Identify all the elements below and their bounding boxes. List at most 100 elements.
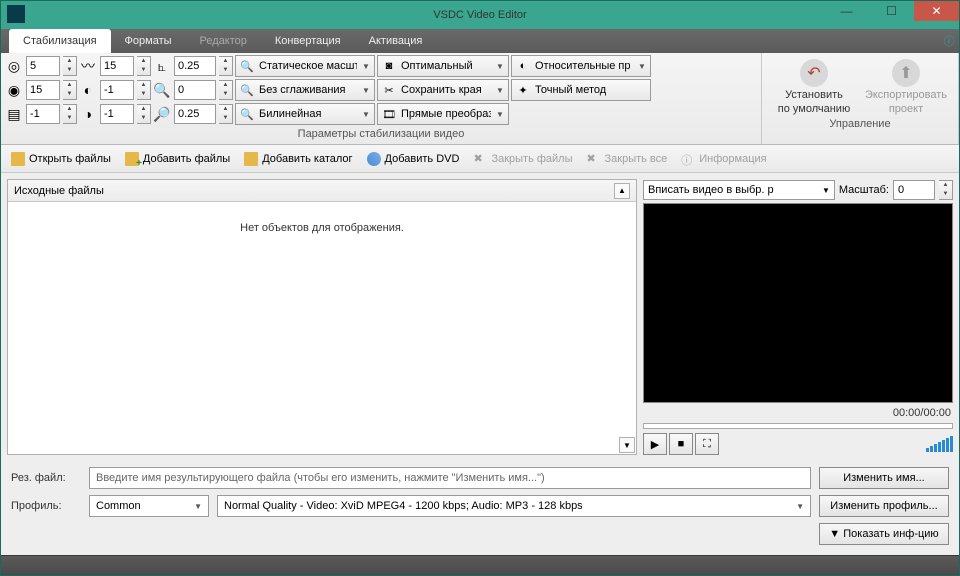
file-toolbar: Открыть файлы Добавить файлы Добавить ка…: [1, 145, 959, 173]
spin-input[interactable]: [26, 104, 60, 124]
film-icon: 🎞: [380, 105, 398, 123]
fit-mode-select[interactable]: Вписать видео в выбр. р▼: [643, 180, 835, 200]
resfile-label: Рез. файл:: [11, 472, 81, 484]
combo-transform[interactable]: 🎞Прямые преобраз▼: [377, 103, 509, 125]
folder-add-icon: [125, 152, 139, 166]
spin-input[interactable]: [100, 56, 134, 76]
play-button[interactable]: ▶: [643, 433, 667, 455]
tab-formats[interactable]: Форматы: [111, 29, 186, 53]
progress-bar[interactable]: [643, 423, 953, 429]
empty-message: Нет объектов для отображения.: [8, 202, 636, 234]
minimize-button[interactable]: —: [824, 1, 869, 21]
source-body: Нет объектов для отображения.: [8, 202, 636, 436]
profile-detail-select[interactable]: Normal Quality - Video: XviD MPEG4 - 120…: [217, 495, 811, 517]
titlebar: VSDC Video Editor — ☐ ✕: [1, 1, 959, 29]
param-spin-3[interactable]: ▤▲▼: [5, 103, 77, 125]
param-spin-2[interactable]: ◉▲▼: [5, 79, 77, 101]
levels-icon: ▤: [5, 105, 23, 123]
volume-indicator[interactable]: [926, 436, 953, 452]
source-title: Исходные файлы: [14, 185, 104, 197]
folder-icon: [11, 152, 25, 166]
ribbon-tabs: Стабилизация Форматы Редактор Конвертаци…: [1, 29, 959, 53]
zoom-label: Масштаб:: [839, 184, 889, 196]
folder-icon: [244, 152, 258, 166]
group-label-manage: Управление: [766, 115, 954, 134]
combo-edges[interactable]: ✂Сохранить края▼: [377, 79, 509, 101]
param-spin-6[interactable]: ◑▲▼: [79, 103, 151, 125]
stop-button[interactable]: ■: [669, 433, 693, 455]
add-files-button[interactable]: Добавить файлы: [119, 149, 236, 169]
combo-interp[interactable]: 🔍Билинейная▼: [235, 103, 375, 125]
collapse-up-button[interactable]: ▲: [614, 183, 630, 199]
wave-icon: 〰: [79, 57, 97, 75]
zoom-icon: 🔍: [153, 81, 171, 99]
contrast2-icon: ◑: [79, 105, 97, 123]
close-all-button[interactable]: ✖Закрыть все: [581, 149, 674, 169]
change-name-button[interactable]: Изменить имя...: [819, 467, 949, 489]
dvd-icon: [367, 152, 381, 166]
zoomx-icon: 🔎: [153, 105, 171, 123]
info-icon[interactable]: ⓘ: [939, 29, 959, 53]
combo-smoothing[interactable]: 🔍Без сглаживания▼: [235, 79, 375, 101]
video-preview: [643, 203, 953, 403]
tab-convert[interactable]: Конвертация: [261, 29, 355, 53]
window-controls: — ☐ ✕: [824, 1, 959, 21]
close-files-button[interactable]: ✖Закрыть файлы: [467, 149, 578, 169]
open-files-button[interactable]: Открыть файлы: [5, 149, 117, 169]
source-header: Исходные файлы ▲: [8, 180, 636, 202]
app-icon: [7, 5, 25, 23]
maximize-button[interactable]: ☐: [869, 1, 914, 21]
profile-select[interactable]: Common▼: [89, 495, 209, 517]
time-display: 00:00/00:00: [643, 405, 953, 419]
zoom-spinner[interactable]: ▲▼: [939, 180, 953, 200]
spin-input[interactable]: [100, 80, 134, 100]
angle-icon: ⦜: [153, 57, 171, 75]
spin-input[interactable]: [174, 56, 216, 76]
expand-down-button[interactable]: ▼: [619, 437, 635, 453]
add-dvd-button[interactable]: Добавить DVD: [361, 149, 466, 169]
param-spin-8[interactable]: 🔍▲▼: [153, 79, 233, 101]
close-button[interactable]: ✕: [914, 1, 959, 21]
spin-input[interactable]: [26, 80, 60, 100]
target-icon: ◎: [5, 57, 23, 75]
zoom-input[interactable]: [893, 180, 935, 200]
combo-optimal[interactable]: ◙Оптимальный▼: [377, 55, 509, 77]
spin-input[interactable]: [26, 56, 60, 76]
target2-icon: ◉: [5, 81, 23, 99]
main-area: Исходные файлы ▲ Нет объектов для отобра…: [1, 173, 959, 461]
spin-input[interactable]: [174, 104, 216, 124]
tab-stabilization[interactable]: Стабилизация: [9, 29, 111, 53]
tab-activate[interactable]: Активация: [355, 29, 437, 53]
param-spin-1[interactable]: ◎▲▼: [5, 55, 77, 77]
fullscreen-button[interactable]: ⛶: [695, 433, 719, 455]
result-file-input[interactable]: Введите имя результирующего файла (чтобы…: [89, 467, 811, 489]
param-spin-4[interactable]: 〰▲▼: [79, 55, 151, 77]
info-button[interactable]: ⓘИнформация: [675, 149, 772, 169]
magnify-icon: 🔍: [238, 105, 256, 123]
tab-editor[interactable]: Редактор: [186, 29, 261, 53]
combo-relative[interactable]: ◐Относительные пр▼: [511, 55, 651, 77]
preview-panel: Вписать видео в выбр. р▼ Масштаб: ▲▼ 00:…: [643, 179, 953, 455]
window-title: VSDC Video Editor: [433, 9, 526, 21]
group-label-params: Параметры стабилизации видео: [5, 125, 757, 144]
info-icon: ⓘ: [681, 152, 695, 166]
add-dir-button[interactable]: Добавить каталог: [238, 149, 358, 169]
show-info-button[interactable]: ▼ Показать инф-цию: [819, 523, 949, 545]
combo-exact[interactable]: ✦Точный метод: [511, 79, 651, 101]
combo-scale-mode[interactable]: 🔍Статическое масшт▼: [235, 55, 375, 77]
spin-input[interactable]: [100, 104, 134, 124]
crosshair-icon: ✦: [514, 81, 532, 99]
ribbon: ◎▲▼ ◉▲▼ ▤▲▼ 〰▲▼ ◐▲▼ ◑▲▼ ⦜▲▼ 🔍▲▼ 🔎▲▼ 🔍Ста…: [1, 53, 959, 145]
change-profile-button[interactable]: Изменить профиль...: [819, 495, 949, 517]
export-project-button[interactable]: ⬆ Экспортироватьпроект: [864, 59, 948, 115]
reset-icon: ↶: [800, 59, 828, 87]
crop-icon: ✂: [380, 81, 398, 99]
statusbar: [1, 555, 959, 575]
spin-input[interactable]: [174, 80, 216, 100]
param-spin-5[interactable]: ◐▲▼: [79, 79, 151, 101]
bottom-panel: Рез. файл: Введите имя результирующего ф…: [1, 461, 959, 555]
reset-defaults-button[interactable]: ↶ Установитьпо умолчанию: [772, 59, 856, 115]
param-spin-7[interactable]: ⦜▲▼: [153, 55, 233, 77]
magnify-icon: 🔍: [238, 81, 256, 99]
param-spin-9[interactable]: 🔎▲▼: [153, 103, 233, 125]
